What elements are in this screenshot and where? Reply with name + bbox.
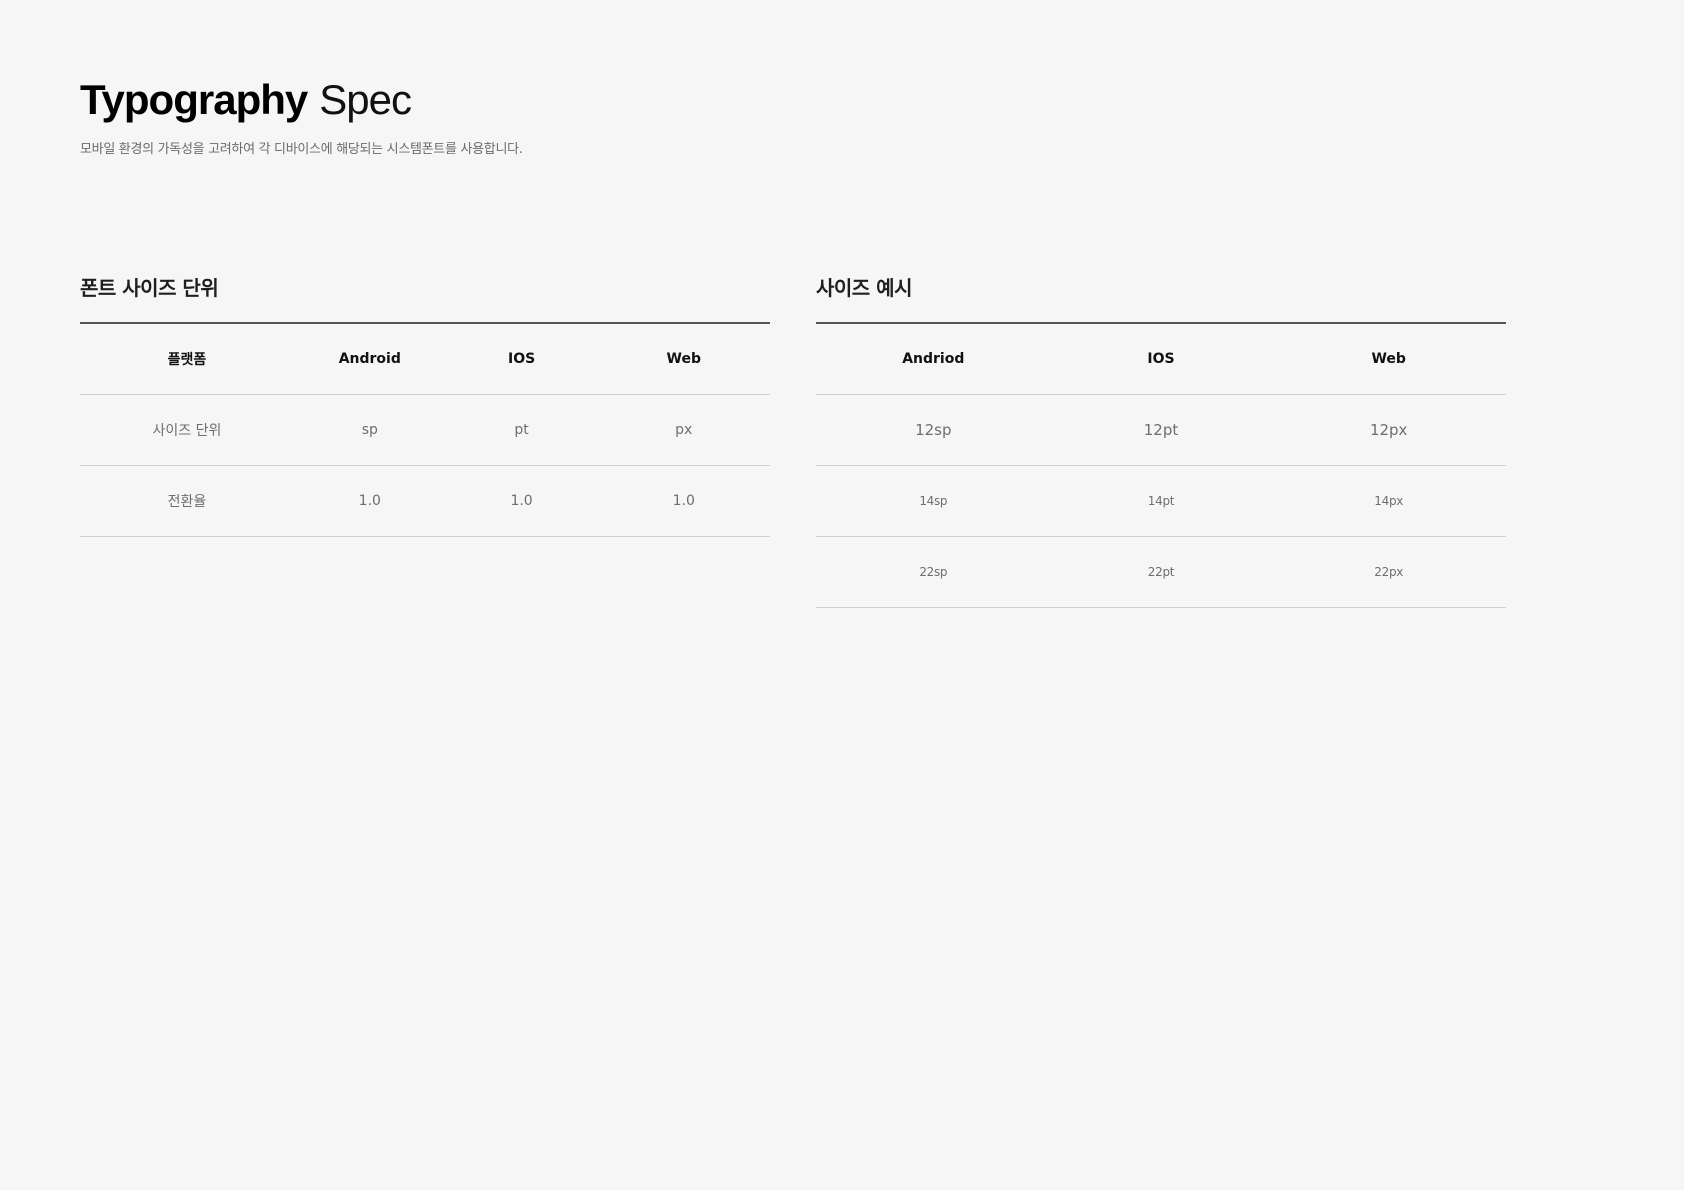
table-cell: 1.0 (293, 465, 446, 537)
size-example-section: 사이즈 예시 Andriod IOS Web 12sp 12pt 12px 14… (816, 272, 1506, 608)
font-size-unit-section: 폰트 사이즈 단위 플랫폼 Android IOS Web 사이즈 단위 sp … (80, 272, 770, 537)
column-header: IOS (1050, 323, 1272, 395)
table-row: 12sp 12pt 12px (816, 394, 1506, 466)
table-cell: 14pt (1050, 465, 1272, 537)
font-size-unit-table: 플랫폼 Android IOS Web 사이즈 단위 sp pt px 전환율 … (80, 322, 770, 537)
column-header: Andriod (816, 323, 1051, 395)
column-header: Web (597, 323, 770, 395)
table-cell: 14sp (816, 465, 1051, 537)
table-cell: 22px (1271, 536, 1506, 608)
column-header: Web (1271, 323, 1506, 395)
page-header: Typography Spec 모바일 환경의 가독성을 고려하여 각 디바이스에… (80, 72, 523, 157)
table-row: 전환율 1.0 1.0 1.0 (80, 465, 770, 537)
table-cell: sp (293, 394, 446, 466)
table-header-row: Andriod IOS Web (816, 323, 1506, 395)
page-title: Typography Spec (80, 72, 523, 128)
table-row: 22sp 22pt 22px (816, 536, 1506, 608)
table-cell: 1.0 (445, 465, 598, 537)
column-header: Android (293, 323, 446, 395)
section-title: 폰트 사이즈 단위 (80, 276, 219, 300)
table-cell: 1.0 (597, 465, 770, 537)
size-example-table: Andriod IOS Web 12sp 12pt 12px 14sp 14pt… (816, 322, 1506, 608)
page-title-light: Spec (319, 76, 412, 123)
table-cell: 22pt (1050, 536, 1272, 608)
section-title: 사이즈 예시 (816, 276, 912, 300)
table-cell: 12sp (816, 394, 1051, 466)
table-cell: pt (445, 394, 598, 466)
table-cell: 전환율 (80, 465, 294, 537)
page-subtitle: 모바일 환경의 가독성을 고려하여 각 디바이스에 해당되는 시스템폰트를 사용… (80, 142, 523, 157)
table-header-row: 플랫폼 Android IOS Web (80, 323, 770, 395)
column-header: IOS (445, 323, 598, 395)
table-cell: 사이즈 단위 (80, 394, 294, 466)
table-cell: 12pt (1050, 394, 1272, 466)
table-row: 14sp 14pt 14px (816, 465, 1506, 537)
column-header: 플랫폼 (80, 323, 294, 395)
table-cell: px (597, 394, 770, 466)
table-cell: 14px (1271, 465, 1506, 537)
page-title-bold: Typography (80, 76, 308, 123)
table-row: 사이즈 단위 sp pt px (80, 394, 770, 466)
table-cell: 12px (1271, 394, 1506, 466)
table-cell: 22sp (816, 536, 1051, 608)
